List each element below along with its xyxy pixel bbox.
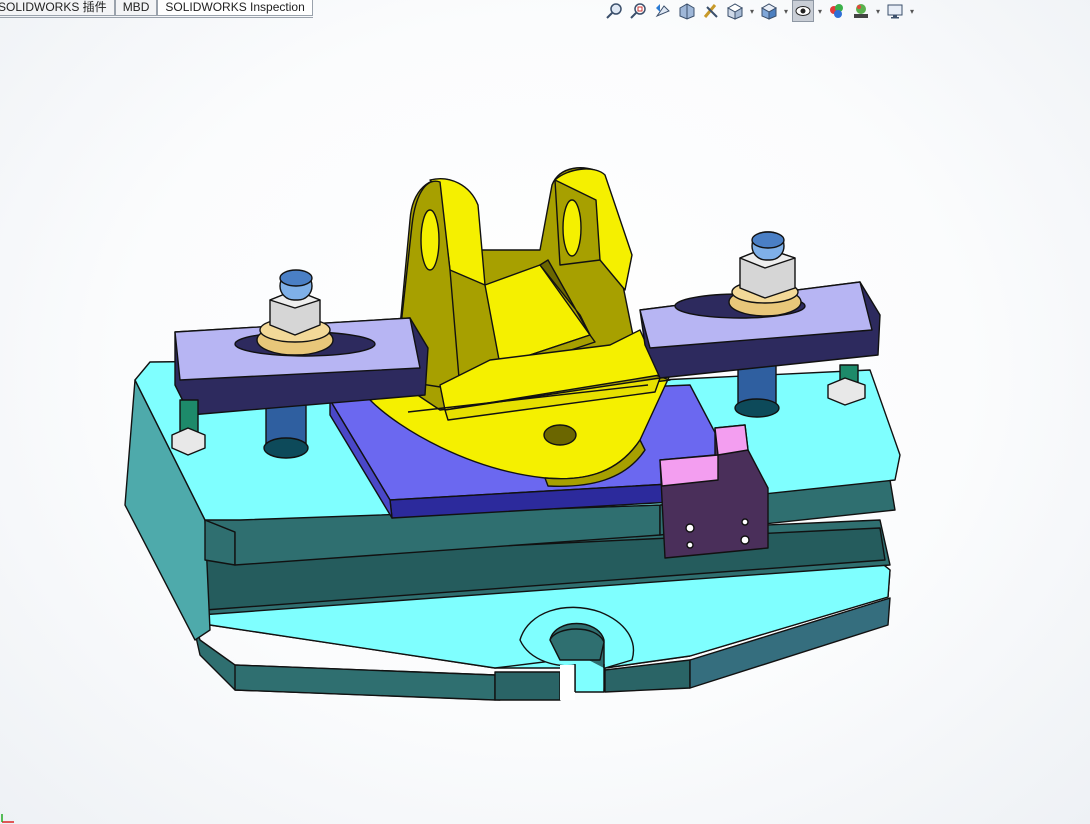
graphics-area-fixture-model[interactable] — [0, 0, 1090, 824]
reference-triad-icon — [1, 814, 14, 823]
